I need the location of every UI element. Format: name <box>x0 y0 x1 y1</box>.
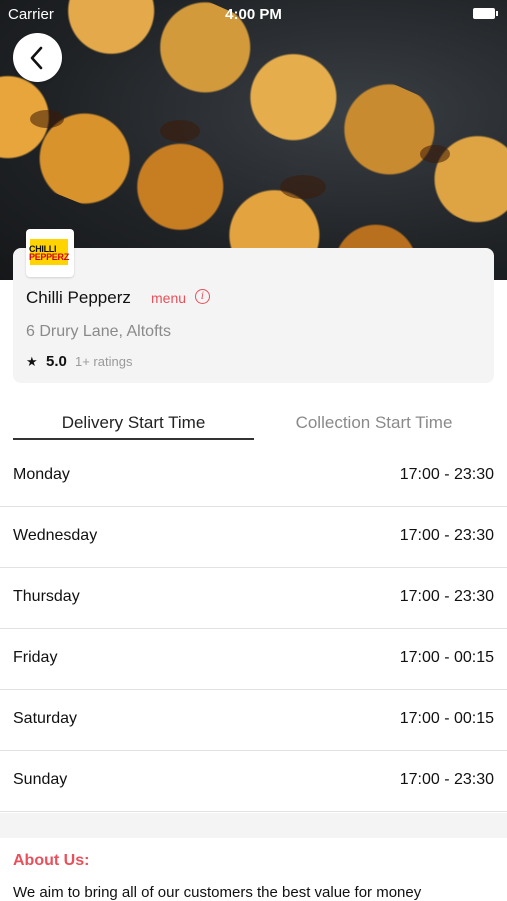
restaurant-address: 6 Drury Lane, Altofts <box>26 323 171 340</box>
hero-image <box>0 0 507 280</box>
day-label: Wednesday <box>13 527 98 544</box>
time-range: 17:00 - 23:30 <box>399 527 494 544</box>
day-label: Sunday <box>13 771 68 788</box>
grill-mark <box>160 120 200 142</box>
day-label: Monday <box>13 466 70 483</box>
day-label: Friday <box>13 649 58 666</box>
menu-link[interactable]: menu <box>151 290 186 306</box>
chevron-left-icon <box>30 46 43 70</box>
rating-value: 5.0 <box>46 353 67 370</box>
time-range: 17:00 - 23:30 <box>399 588 494 605</box>
tab-collection-start-time[interactable]: Collection Start Time <box>254 413 494 433</box>
hours-row-friday: Friday 17:00 - 00:15 <box>0 629 507 690</box>
section-divider <box>0 813 507 838</box>
restaurant-logo: CHILLI PEPPERZ <box>26 229 74 277</box>
hours-row-thursday: Thursday 17:00 - 23:30 <box>0 568 507 629</box>
opening-hours-list: Monday 17:00 - 23:30 Wednesday 17:00 - 2… <box>0 446 507 812</box>
info-icon[interactable]: i <box>195 289 210 304</box>
grill-mark <box>280 175 326 199</box>
restaurant-info-card: CHILLI PEPPERZ Chilli Pepperz menu i 6 D… <box>13 229 494 383</box>
rating-count: 1+ ratings <box>75 354 133 369</box>
hours-row-wednesday: Wednesday 17:00 - 23:30 <box>0 507 507 568</box>
hours-tabs: Delivery Start Time Collection Start Tim… <box>0 405 507 441</box>
battery-icon <box>473 8 498 19</box>
active-tab-indicator <box>13 438 254 440</box>
day-label: Saturday <box>13 710 78 727</box>
hours-row-saturday: Saturday 17:00 - 00:15 <box>0 690 507 751</box>
grill-mark <box>30 110 64 128</box>
about-us-text: We aim to bring all of our customers the… <box>13 884 422 901</box>
hours-row-monday: Monday 17:00 - 23:30 <box>0 446 507 507</box>
time-range: 17:00 - 00:15 <box>399 649 494 666</box>
hours-row-sunday: Sunday 17:00 - 23:30 <box>0 751 507 812</box>
tab-delivery-start-time[interactable]: Delivery Start Time <box>13 413 254 433</box>
day-label: Thursday <box>13 588 80 605</box>
back-button[interactable] <box>13 33 62 82</box>
restaurant-name: Chilli Pepperz <box>26 288 131 307</box>
time-range: 17:00 - 00:15 <box>399 710 494 727</box>
about-us-heading: About Us: <box>13 852 90 869</box>
time-range: 17:00 - 23:30 <box>399 466 494 483</box>
grill-mark <box>420 145 450 163</box>
status-bar: Carrier 4:00 PM <box>0 0 507 28</box>
status-time: 4:00 PM <box>225 6 282 23</box>
star-icon: ★ <box>26 354 38 369</box>
time-range: 17:00 - 23:30 <box>399 771 494 788</box>
